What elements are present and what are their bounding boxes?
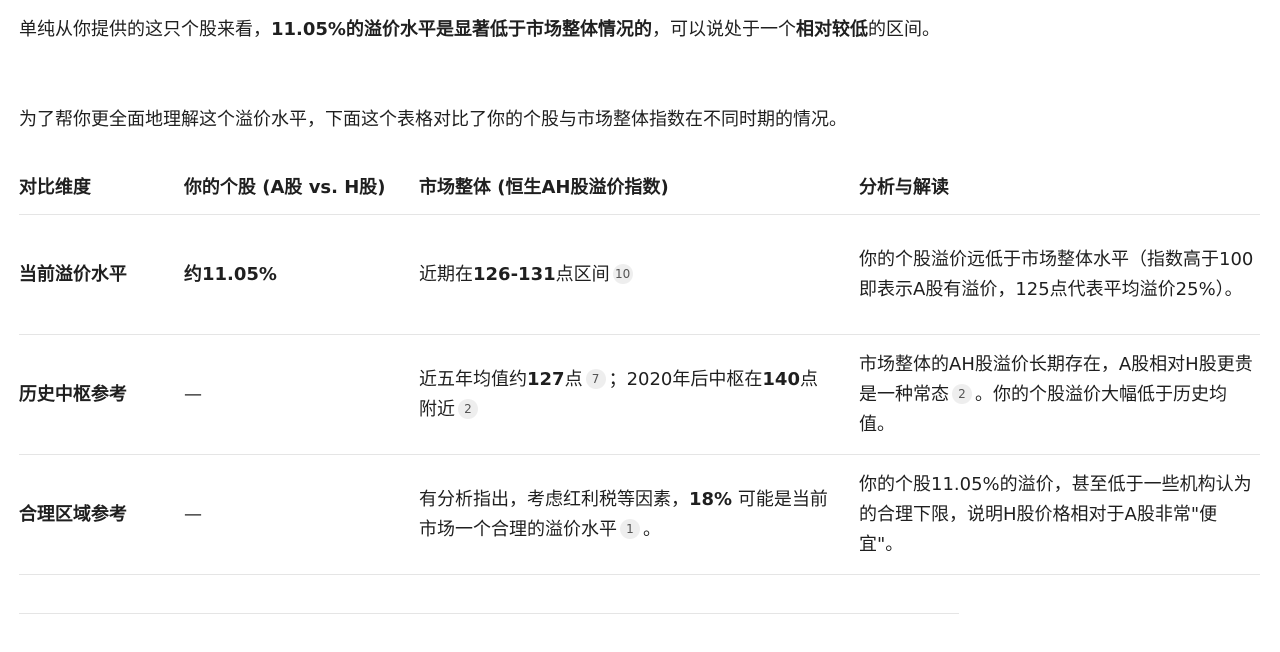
header-dimension: 对比维度 [19, 158, 184, 215]
citation-badge[interactable]: 1 [620, 518, 640, 539]
row-dimension: 历史中枢参考 [19, 383, 127, 405]
row-analysis-text: 你的个股11.05%的溢价，甚至低于一些机构认为的合理下限，说明H股价格相对于A… [859, 473, 1252, 555]
comparison-table: 对比维度 你的个股 (A股 vs. H股) 市场整体 (恒生AH股溢价指数) 分… [19, 158, 1260, 575]
divider [19, 613, 959, 614]
table-row: 合理区域参考 — 有分析指出，考虑红利税等因素，18% 可能是当前市场一个合理的… [19, 454, 1260, 575]
bold-text: 126-131 [473, 263, 556, 285]
row-market-text: 近五年均值约127点 7 ；2020年后中枢在140点附近 2 [419, 365, 859, 425]
intro-bold-text: 11.05%的溢价水平是显著低于市场整体情况的 [271, 19, 652, 40]
text: 有分析指出，考虑红利税等因素， [419, 488, 689, 510]
text: 点区间 [555, 263, 610, 285]
row-analysis-text: 你的个股溢价远低于市场整体水平（指数高于100即表示A股有溢价，125点代表平均… [859, 248, 1254, 300]
citation-badge[interactable]: 2 [952, 383, 972, 404]
table-intro-paragraph: 为了帮你更全面地理解这个溢价水平，下面这个表格对比了你的个股与市场整体指数在不同… [19, 109, 847, 130]
row-market-text: 近期在126-131点区间 10 [419, 260, 859, 290]
text: 。 [643, 518, 661, 540]
citation-badge[interactable]: 2 [458, 398, 478, 419]
header-market: 市场整体 (恒生AH股溢价指数) [419, 158, 859, 215]
header-stock: 你的个股 (A股 vs. H股) [184, 158, 419, 215]
text: 点 [564, 368, 583, 390]
intro-text: ，可以说处于一个 [651, 19, 796, 40]
row-dimension: 合理区域参考 [19, 503, 127, 525]
header-analysis: 分析与解读 [859, 158, 1260, 215]
table-header-row: 对比维度 你的个股 (A股 vs. H股) 市场整体 (恒生AH股溢价指数) 分… [19, 158, 1260, 215]
bold-text: 140 [762, 368, 800, 390]
citation-badge[interactable]: 10 [612, 263, 633, 284]
table-row: 历史中枢参考 — 近五年均值约127点 7 ；2020年后中枢在140点附近 2 市场… [19, 334, 1260, 455]
text: 近期在 [419, 263, 473, 285]
row-stock-value: — [184, 503, 202, 525]
row-analysis-text: 市场整体的AH股溢价长期存在，A股相对H股更贵是一种常态 2 。你的个股溢价大幅低于… [859, 350, 1260, 440]
row-dimension: 当前溢价水平 [19, 263, 127, 285]
bold-text: 18% [689, 488, 733, 510]
row-market-text: 有分析指出，考虑红利税等因素，18% 可能是当前市场一个合理的溢价水平 1。 [419, 485, 859, 545]
text: 近五年均值约 [419, 368, 527, 390]
bold-text: 127 [527, 368, 565, 390]
row-stock-value: 约11.05% [184, 263, 277, 285]
intro-text: 单纯从你提供的这只个股来看， [19, 19, 271, 40]
row-stock-value: — [184, 383, 202, 405]
citation-badge[interactable]: 7 [585, 368, 606, 389]
text: ；2020年后中枢在 [608, 368, 763, 390]
intro-text: 的区间。 [867, 19, 940, 40]
table-row: 当前溢价水平 约11.05% 近期在126-131点区间 10 你的个股溢价远低于… [19, 214, 1260, 335]
intro-paragraph: 单纯从你提供的这只个股来看，11.05%的溢价水平是显著低于市场整体情况的，可以… [19, 13, 959, 47]
intro-bold-text: 相对较低 [795, 19, 868, 40]
